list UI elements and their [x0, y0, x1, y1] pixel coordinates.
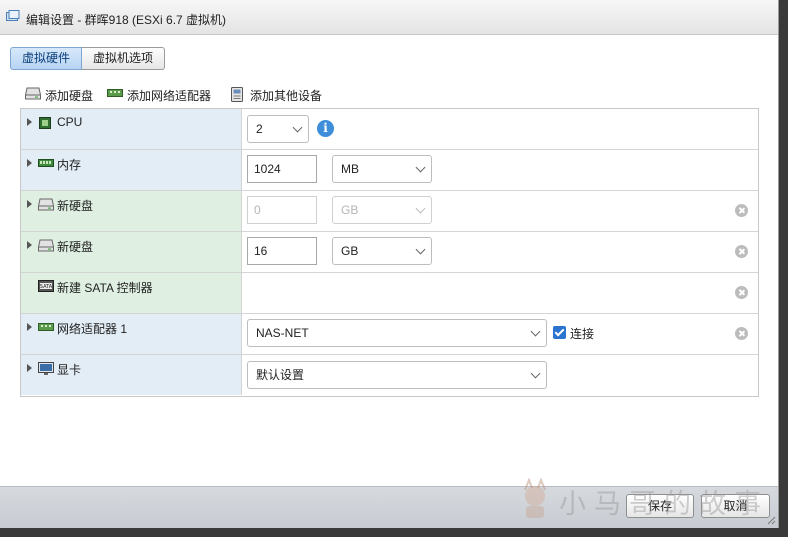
disk-icon: [38, 239, 54, 252]
video-card-select[interactable]: 默认设置: [247, 361, 547, 389]
watermark-text: 小马哥的故事: [559, 489, 769, 519]
sata-icon: SATA: [38, 280, 54, 292]
new-disk-2-unit-value: GB: [341, 244, 359, 258]
tab-virtual-hardware[interactable]: 虚拟硬件: [10, 47, 83, 70]
chevron-down-icon: [530, 326, 541, 337]
connect-label: 连接: [570, 327, 595, 341]
new-disk-1-label: 新硬盘: [57, 199, 94, 213]
new-disk-row-2: 新硬盘 16 GB: [21, 232, 758, 273]
memory-unit-select[interactable]: MB: [332, 155, 432, 183]
network-select[interactable]: NAS-NET: [247, 319, 547, 347]
chevron-down-icon: [415, 244, 426, 255]
expand-arrow-icon[interactable]: [27, 200, 32, 208]
cpu-count-value: 2: [256, 122, 263, 136]
new-disk-2-label-cell[interactable]: 新硬盘: [21, 232, 242, 272]
info-icon[interactable]: i: [317, 120, 334, 137]
add-network-label: 添加网络适配器: [127, 89, 212, 103]
remove-network-adapter-icon[interactable]: [735, 327, 748, 340]
window-title: 编辑设置 - 群晖918 (ESXi 6.7 虚拟机): [26, 13, 227, 27]
memory-unit-value: MB: [341, 162, 359, 176]
new-disk-1-size-input[interactable]: 0: [247, 196, 317, 224]
expand-arrow-icon[interactable]: [27, 118, 32, 126]
add-other-label: 添加其他设备: [250, 89, 323, 103]
new-disk-1-label-cell[interactable]: 新硬盘: [21, 191, 242, 231]
cpu-row: CPU 2 i: [21, 109, 758, 150]
network-adapter-label-cell[interactable]: 网络适配器 1: [21, 314, 242, 354]
add-network-adapter-button[interactable]: 添加网络适配器: [107, 86, 217, 103]
cpu-label: CPU: [57, 115, 83, 129]
chevron-down-icon: [530, 368, 541, 379]
remove-new-disk-2-icon[interactable]: [735, 245, 748, 258]
device-icon: [231, 87, 243, 102]
connect-checkbox[interactable]: [553, 326, 566, 339]
memory-row-label-cell[interactable]: 内存: [21, 150, 242, 190]
edit-settings-dialog: 编辑设置 - 群晖918 (ESXi 6.7 虚拟机) 虚拟硬件 虚拟机选项 添…: [0, 0, 779, 528]
cpu-row-label-cell[interactable]: CPU: [21, 109, 242, 149]
sata-label-cell[interactable]: SATA 新建 SATA 控制器: [21, 273, 242, 313]
remove-new-disk-1-icon[interactable]: [735, 204, 748, 217]
sata-label: 新建 SATA 控制器: [57, 281, 153, 295]
title-bar: 编辑设置 - 群晖918 (ESXi 6.7 虚拟机): [0, 0, 778, 35]
memory-size-input[interactable]: 1024: [247, 155, 317, 183]
new-sata-controller-row: SATA 新建 SATA 控制器: [21, 273, 758, 314]
new-disk-1-unit-value: GB: [341, 203, 359, 217]
expand-arrow-icon[interactable]: [27, 159, 32, 167]
network-adapter-row: 网络适配器 1 NAS-NET 连接: [21, 314, 758, 355]
network-adapter-icon: [107, 89, 123, 97]
add-other-device-button[interactable]: 添加其他设备: [230, 86, 330, 103]
video-card-row: 显卡 默认设置: [21, 355, 758, 395]
monitor-icon: [38, 362, 54, 375]
watermark: 小马哥的故事: [515, 476, 761, 524]
memory-label: 内存: [57, 158, 82, 172]
chevron-down-icon: [292, 122, 303, 133]
svg-text:SATA: SATA: [40, 284, 53, 290]
memory-icon: [38, 159, 54, 167]
video-card-label: 显卡: [57, 363, 82, 377]
new-disk-2-label: 新硬盘: [57, 240, 94, 254]
network-value: NAS-NET: [256, 326, 309, 340]
video-card-label-cell[interactable]: 显卡: [21, 355, 242, 395]
hardware-table: CPU 2 i 内存 1024 MB 新硬盘 0 GB 新硬盘 16 GB SA…: [20, 108, 759, 397]
expand-arrow-icon[interactable]: [27, 241, 32, 249]
new-disk-1-unit-select[interactable]: GB: [332, 196, 432, 224]
network-adapter-icon: [38, 323, 54, 331]
cpu-count-select[interactable]: 2: [247, 115, 309, 143]
disk-icon: [25, 87, 41, 100]
expand-arrow-icon[interactable]: [27, 323, 32, 331]
disk-icon: [38, 198, 54, 211]
chevron-down-icon: [415, 162, 426, 173]
add-disk-button[interactable]: 添加硬盘: [25, 86, 97, 103]
memory-row: 内存 1024 MB: [21, 150, 758, 191]
new-disk-2-unit-select[interactable]: GB: [332, 237, 432, 265]
chevron-down-icon: [415, 203, 426, 214]
expand-arrow-icon[interactable]: [27, 364, 32, 372]
resize-grip-icon[interactable]: [767, 516, 776, 525]
tab-vm-options[interactable]: 虚拟机选项: [82, 47, 166, 70]
new-disk-row-1: 新硬盘 0 GB: [21, 191, 758, 232]
tab-bar: 虚拟硬件 虚拟机选项: [10, 47, 166, 70]
cpu-icon: [39, 117, 51, 129]
new-disk-2-size-input[interactable]: 16: [247, 237, 317, 265]
remove-sata-controller-icon[interactable]: [735, 286, 748, 299]
video-card-value: 默认设置: [256, 368, 305, 382]
network-adapter-label: 网络适配器 1: [57, 322, 128, 336]
add-disk-label: 添加硬盘: [45, 89, 94, 103]
vm-icon: [6, 10, 20, 21]
mascot-icon: [524, 478, 546, 518]
